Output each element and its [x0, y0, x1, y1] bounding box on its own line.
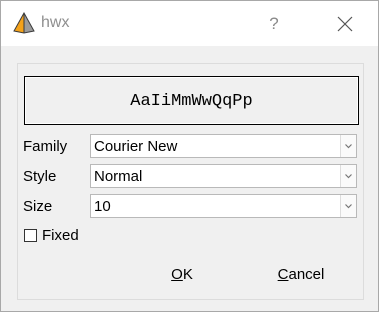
family-value: Courier New	[94, 138, 178, 155]
chevron-down-icon	[345, 144, 352, 149]
ok-label-rest: K	[182, 266, 193, 283]
size-value: 10	[94, 198, 111, 215]
ok-mnemonic: O	[171, 266, 183, 283]
family-combo[interactable]: Courier New	[90, 134, 357, 158]
help-button[interactable]: ?	[257, 10, 291, 38]
chevron-down-icon	[345, 174, 352, 179]
cancel-button[interactable]: Cancel	[263, 264, 339, 286]
size-label: Size	[23, 198, 53, 215]
fixed-checkbox[interactable]	[24, 229, 37, 242]
style-dropdown-button[interactable]	[340, 165, 356, 187]
font-preview: AaIiMmWwQqPp	[24, 76, 359, 125]
fixed-label[interactable]: Fixed	[42, 227, 79, 244]
app-icon	[13, 11, 35, 34]
style-value: Normal	[94, 168, 143, 185]
size-combo[interactable]: 10	[90, 194, 357, 218]
style-label: Style	[23, 168, 57, 185]
cancel-label-rest: ancel	[288, 266, 325, 283]
close-button[interactable]	[323, 9, 367, 39]
style-combo[interactable]: Normal	[90, 164, 357, 188]
preview-sample-text: AaIiMmWwQqPp	[130, 92, 253, 111]
family-dropdown-button[interactable]	[340, 135, 356, 157]
window-title: hwx	[41, 14, 70, 31]
font-dialog-window: hwx ? AaIiMmWwQqPp Family Courier New St…	[0, 0, 379, 312]
family-label: Family	[23, 138, 68, 155]
title-bar[interactable]: hwx ?	[1, 1, 378, 46]
cancel-mnemonic: C	[277, 266, 289, 283]
ok-button[interactable]: OK	[159, 264, 205, 286]
size-dropdown-button[interactable]	[340, 195, 356, 217]
close-icon	[337, 16, 353, 32]
chevron-down-icon	[345, 204, 352, 209]
